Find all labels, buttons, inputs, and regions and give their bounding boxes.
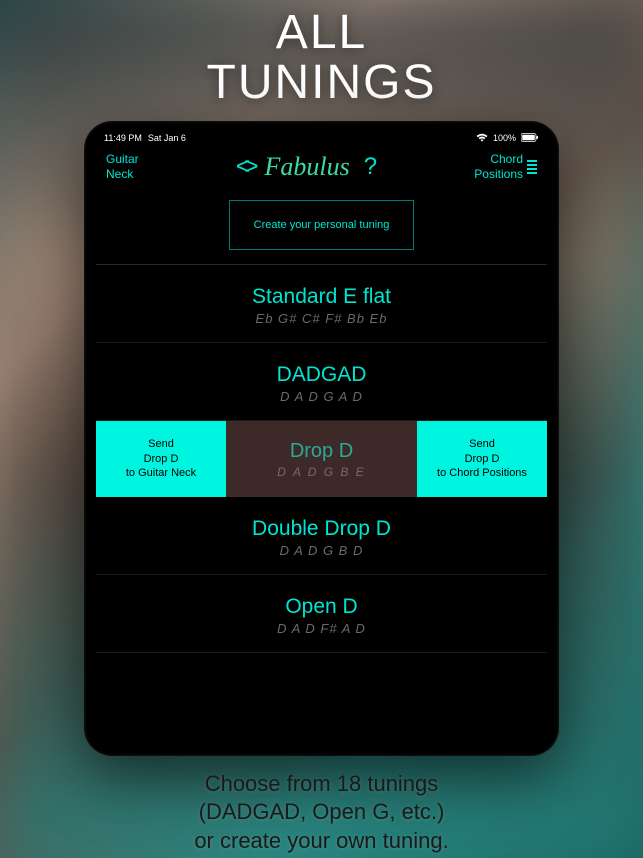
status-time: 11:49 PM bbox=[104, 133, 142, 143]
headline-line2: TUNINGS bbox=[207, 58, 437, 108]
tuning-name: Drop D bbox=[290, 440, 353, 463]
footer-line2: (DADGAD, Open G, etc.) bbox=[194, 798, 448, 827]
tuning-notes: D A D G B E bbox=[277, 465, 365, 479]
status-date: Sat Jan 6 bbox=[148, 133, 186, 143]
send-to-guitar-neck-button[interactable]: Send Drop D to Guitar Neck bbox=[96, 421, 226, 498]
header-center: < > Fabulus ? bbox=[236, 152, 377, 182]
guitar-neck-button[interactable]: Guitar Neck bbox=[106, 152, 139, 181]
tuning-name: Double Drop D bbox=[96, 517, 547, 541]
list-icon bbox=[527, 160, 537, 174]
create-tuning-button[interactable]: Create your personal tuning bbox=[229, 200, 415, 250]
ipad-frame: 11:49 PM Sat Jan 6 100% Guitar Neck < > … bbox=[84, 121, 559, 756]
tuning-row-open-d[interactable]: Open D D A D F# A D bbox=[96, 575, 547, 653]
app-title: Fabulus bbox=[265, 152, 350, 182]
tuning-name: DADGAD bbox=[96, 363, 547, 387]
prev-next-chevrons[interactable]: < > bbox=[236, 153, 253, 181]
promo-footer: Choose from 18 tunings (DADGAD, Open G, … bbox=[194, 770, 448, 856]
tuning-name: Open D bbox=[96, 595, 547, 619]
selected-tuning-center: Drop D D A D G B E bbox=[226, 421, 417, 498]
tuning-notes: Eb G# C# F# Bb Eb bbox=[96, 311, 547, 326]
chord-positions-button[interactable]: Chord Positions bbox=[474, 152, 537, 181]
create-tuning-row: Create your personal tuning bbox=[96, 192, 547, 265]
tuning-notes: D A D F# A D bbox=[96, 621, 547, 636]
status-bar: 11:49 PM Sat Jan 6 100% bbox=[96, 131, 547, 148]
tuning-name: Standard E flat bbox=[96, 285, 547, 309]
headline-line1: ALL bbox=[207, 8, 437, 58]
send-to-chord-positions-button[interactable]: Send Drop D to Chord Positions bbox=[417, 421, 547, 498]
tuning-row-drop-d-selected[interactable]: Send Drop D to Guitar Neck Drop D D A D … bbox=[96, 421, 547, 498]
status-battery: 100% bbox=[493, 133, 516, 143]
tuning-row-double-drop-d[interactable]: Double Drop D D A D G B D bbox=[96, 497, 547, 575]
promo-headline: ALL TUNINGS bbox=[207, 8, 437, 109]
tuning-notes: D A D G A D bbox=[96, 389, 547, 404]
footer-line3: or create your own tuning. bbox=[194, 827, 448, 856]
app-header: Guitar Neck < > Fabulus ? Chord Position… bbox=[96, 148, 547, 192]
tuning-list[interactable]: Standard E flat Eb G# C# F# Bb Eb DADGAD… bbox=[96, 265, 547, 744]
footer-line1: Choose from 18 tunings bbox=[194, 770, 448, 799]
battery-icon bbox=[521, 133, 539, 144]
wifi-icon bbox=[476, 133, 488, 144]
tuning-notes: D A D G B D bbox=[96, 543, 547, 558]
tuning-row-dadgad[interactable]: DADGAD D A D G A D bbox=[96, 343, 547, 421]
tuning-row-standard-e-flat[interactable]: Standard E flat Eb G# C# F# Bb Eb bbox=[96, 265, 547, 343]
help-icon[interactable]: ? bbox=[364, 153, 377, 181]
